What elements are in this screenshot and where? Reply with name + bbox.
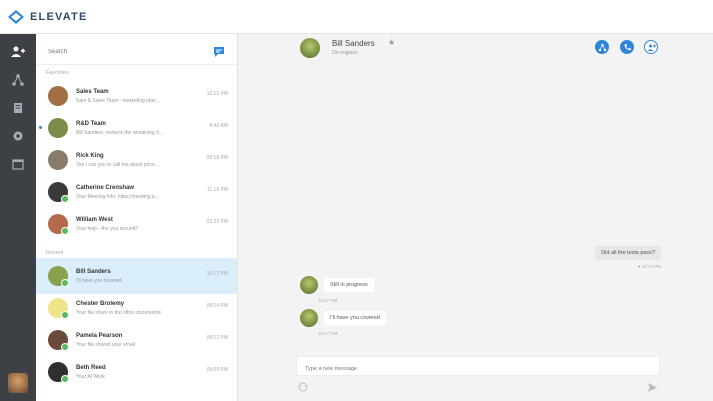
nav-rail	[0, 34, 36, 401]
contact-name: Chester Brolemy	[76, 300, 125, 307]
top-bar: ELEVATE	[0, 0, 713, 34]
message-preview: Sam & Sales Team - marketing plan...	[76, 97, 160, 104]
section-recent: Recent	[46, 250, 64, 256]
conversation-list: Favorites Sales Team Sam & Sales Team - m…	[36, 34, 238, 401]
list-item[interactable]: Sales Team Sam & Sales Team - marketing p…	[36, 78, 237, 114]
timestamp: 10:15 PM	[206, 91, 228, 97]
chat-contact-avatar	[300, 38, 320, 58]
message-preview: I'll have you covered	[76, 277, 122, 284]
incoming-message: Still in progress	[324, 278, 374, 292]
contact-name: Catherine Crenshaw	[76, 184, 135, 191]
search-bar	[44, 40, 230, 64]
list-item[interactable]: Pamela Pearson Your file shared your emai…	[36, 322, 237, 358]
incoming-message-row: Still in progress	[300, 276, 374, 294]
outgoing-message: Did all the tests pass?	[595, 246, 661, 260]
status-dot-icon	[61, 227, 69, 235]
network-icon[interactable]	[10, 72, 26, 88]
share-button[interactable]	[595, 40, 609, 54]
list-item[interactable]: Beth Reed Your At Work 09:09 PM	[36, 354, 237, 390]
avatar	[48, 86, 68, 106]
list-item[interactable]: Rick King Yes I can you to call me about …	[36, 142, 237, 178]
chat-pane: Bill Sanders ★ On engines Did all the te…	[238, 34, 713, 401]
status-dot-icon	[61, 279, 69, 287]
add-participant-button[interactable]	[644, 40, 658, 54]
incoming-message-meta: 10:17 PM	[318, 331, 338, 336]
timestamp: 11:19 PM	[206, 187, 228, 193]
send-icon[interactable]	[648, 383, 657, 392]
list-item[interactable]: R&D Team Bill Sanders: recheck the remain…	[36, 110, 237, 146]
contact-name: William West	[76, 216, 113, 223]
list-item[interactable]: Chester Brolemy Your file share to the of…	[36, 290, 237, 326]
divider	[36, 64, 237, 65]
incoming-message-row: I'll have you covered	[300, 309, 386, 327]
sender-avatar	[300, 276, 318, 294]
calendar-icon[interactable]	[10, 156, 26, 172]
section-favorites: Favorites	[46, 70, 69, 76]
share-icon	[598, 43, 606, 51]
message-preview: Yes I can you to call me about price...	[76, 161, 159, 168]
phone-icon	[624, 43, 631, 50]
sender-avatar	[300, 309, 318, 327]
list-item[interactable]: Catherine Crenshaw Your Meeting Info: htt…	[36, 174, 237, 210]
avatar	[48, 150, 68, 170]
logo-mark-icon	[8, 10, 24, 24]
emoji-icon[interactable]	[298, 382, 308, 392]
timestamp: 8:40 AM	[209, 123, 228, 129]
message-preview: Your help - Are you around?	[76, 225, 139, 232]
contacts-icon[interactable]	[10, 44, 26, 60]
message-preview: Your file shared your email	[76, 341, 136, 348]
add-user-icon	[647, 44, 656, 51]
status-dot-icon	[61, 375, 69, 383]
avatar	[48, 182, 69, 203]
status-dot-icon	[61, 343, 69, 351]
chat-contact-name: Bill Sanders	[332, 39, 375, 48]
star-icon[interactable]: ★	[388, 38, 395, 47]
contact-name: Sales Team	[76, 88, 109, 95]
timestamp: 09:14 PM	[206, 303, 228, 309]
list-item[interactable]: William West Your help - Are you around? …	[36, 206, 237, 242]
list-item[interactable]: Bill Sanders I'll have you covered 10:17 …	[36, 258, 237, 294]
brand-name: ELEVATE	[30, 11, 88, 23]
incoming-message-meta: 10:17 PM	[318, 298, 338, 303]
contact-name: R&D Team	[76, 120, 106, 127]
avatar	[48, 330, 69, 351]
avatar	[48, 118, 68, 138]
unread-dot-icon	[39, 126, 42, 129]
message-preview: Your file share to the office documents	[76, 309, 161, 316]
contact-name: Rick King	[76, 152, 104, 159]
chat-contact-status: On engines	[332, 50, 358, 56]
timestamp: 09:18 PM	[206, 155, 228, 161]
message-input[interactable]	[297, 359, 647, 379]
search-input[interactable]	[44, 48, 200, 56]
message-preview: Bill Sanders: recheck the remaining d...	[76, 129, 163, 136]
call-button[interactable]	[620, 40, 634, 54]
contact-name: Pamela Pearson	[76, 332, 123, 339]
app-window: ELEVATE Favorites	[0, 0, 713, 401]
message-preview: Your Meeting Info: https://meeting.p...	[76, 193, 159, 200]
files-icon[interactable]	[10, 100, 26, 116]
avatar	[48, 214, 69, 235]
logo: ELEVATE	[8, 10, 88, 24]
user-avatar[interactable]	[8, 373, 28, 393]
timestamp: 10:17 PM	[206, 271, 228, 277]
message-preview: Your At Work	[76, 373, 105, 380]
message-composer	[296, 356, 660, 379]
avatar	[48, 266, 69, 287]
outgoing-message-meta: ● 10:17 PM	[638, 264, 661, 269]
timestamp: 03:22 PM	[206, 219, 228, 225]
contact-name: Beth Reed	[76, 364, 106, 371]
timestamp: 09:09 PM	[206, 367, 228, 373]
timestamp: 09:13 PM	[206, 335, 228, 341]
outgoing-time: 10:17 PM	[641, 264, 661, 269]
incoming-message: I'll have you covered	[324, 311, 386, 325]
avatar	[48, 298, 69, 319]
contact-name: Bill Sanders	[76, 268, 111, 275]
chat-header: Bill Sanders ★ On engines	[238, 34, 713, 62]
status-dot-icon	[61, 195, 69, 203]
avatar	[48, 362, 69, 383]
compose-icon[interactable]	[212, 45, 226, 59]
status-dot-icon	[61, 311, 69, 319]
settings-icon[interactable]	[10, 128, 26, 144]
